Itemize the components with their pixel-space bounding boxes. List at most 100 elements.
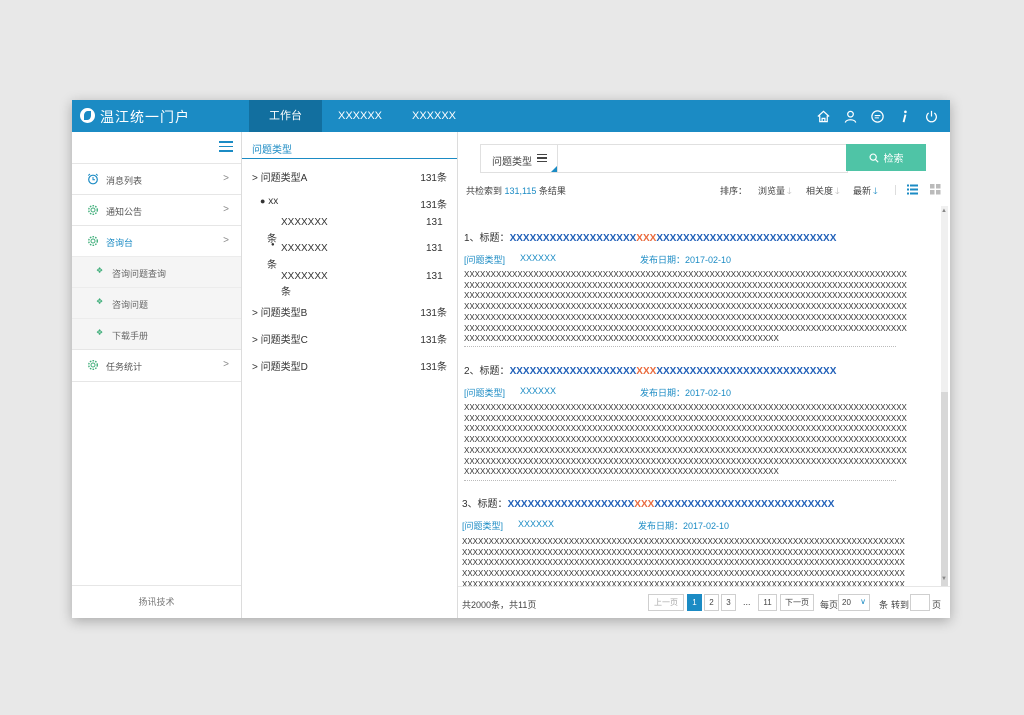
result-title-text: XXXXXXXXXXXXXXXXXXX <box>509 233 637 244</box>
category-label: > 问题类型A <box>252 173 308 184</box>
subcategory-count: 131 <box>426 243 443 254</box>
result-prefix: 2、标题： <box>464 366 510 377</box>
sidebar-subitem-query[interactable]: ❖ 咨询问题查询 <box>72 256 241 288</box>
category-label: > 问题类型C <box>252 335 308 346</box>
category-count: 131条 <box>420 173 447 184</box>
result-count-value: 131,115 <box>504 186 537 196</box>
sidebar-subitem-manual[interactable]: ❖ 下载手册 <box>72 318 241 350</box>
result-prefix: 3、标题： <box>462 499 508 510</box>
pagination-summary: 共2000条，共11页 <box>462 600 537 610</box>
per-page-label: 每页 <box>820 600 839 610</box>
per-page-unit: 条 <box>879 600 889 610</box>
subcategory-unit: 条 <box>267 260 277 271</box>
prev-page-button[interactable]: 上一页 <box>648 594 684 611</box>
corner-marker-icon <box>551 166 557 172</box>
search-button[interactable]: 检索 <box>846 144 926 171</box>
top-bar: 温江统一门户 工作台 XXXXXX XXXXXX <box>72 100 950 132</box>
grid-view-icon[interactable] <box>930 184 941 195</box>
sidebar-item-notices[interactable]: 通知公告 > <box>72 194 241 226</box>
arrow-down-icon: 🡓 <box>787 186 792 196</box>
power-icon[interactable] <box>923 108 940 125</box>
next-page-button[interactable]: 下一页 <box>780 594 814 611</box>
search-box: 问题类型 <box>480 144 848 173</box>
sort-option-label: 浏览量 <box>758 186 786 196</box>
result-title-1[interactable]: 1、标题：XXXXXXXXXXXXXXXXXXXXXXXXXXXXXXXXXXX… <box>464 229 836 244</box>
tab-third[interactable]: XXXXXX <box>398 100 470 132</box>
category-panel: 问题类型 > 问题类型A 131条 ● xx 131条 XXXXXXX 131 … <box>242 132 458 618</box>
sidebar-item-label: 通知公告 <box>106 207 143 217</box>
results-scrollbar[interactable] <box>941 206 948 586</box>
page-button-3[interactable]: 3 <box>721 594 736 611</box>
gear-icon <box>87 235 99 247</box>
sidebar-item-tasks[interactable]: 任务统计 > <box>72 349 241 382</box>
sort-by-relevance[interactable]: 相关度 🡓 <box>806 184 840 200</box>
result-count-summary: 共检索到 131,115 条结果 <box>466 184 566 197</box>
sidebar-subitem-questions[interactable]: ❖ 咨询问题 <box>72 287 241 319</box>
list-icon <box>537 154 547 164</box>
category-item-xx[interactable]: ● xx 131条 <box>260 196 447 211</box>
category-count: 131条 <box>420 362 447 373</box>
result-title-3[interactable]: 3、标题：XXXXXXXXXXXXXXXXXXXXXXXXXXXXXXXXXXX… <box>462 495 834 510</box>
pagination: 共2000条，共11页 上一页 1 2 3 ... 11 下一页 每页 20 ∨ … <box>458 586 950 618</box>
tab-workbench[interactable]: 工作台 <box>249 100 322 132</box>
search-category-select[interactable]: 问题类型 <box>481 145 558 172</box>
gear-icon <box>87 204 99 216</box>
message-icon[interactable] <box>869 108 886 125</box>
page-button-last[interactable]: 11 <box>758 594 777 611</box>
sidebar-item-consult[interactable]: 咨询台 > <box>72 225 241 257</box>
category-group-b[interactable]: > 问题类型B 131条 <box>252 304 447 319</box>
app-title: 温江统一门户 <box>100 109 190 125</box>
divider <box>895 185 896 195</box>
sidebar-item-label: 消息列表 <box>106 176 143 186</box>
result-title-text: XXXXXXXXXXXXXXXXXXXXXXXXXXX <box>656 233 837 244</box>
category-group-a[interactable]: > 问题类型A 131条 <box>252 169 447 184</box>
sidebar-item-label: 咨询台 <box>106 238 134 248</box>
info-icon[interactable] <box>896 108 913 125</box>
category-group-c[interactable]: > 问题类型C 131条 <box>252 331 447 346</box>
category-group-d[interactable]: > 问题类型D 131条 <box>252 358 447 373</box>
list-view-icon[interactable] <box>907 184 918 195</box>
result-type-3[interactable]: [问题类型] <box>462 519 503 532</box>
result-prefix: 1、标题： <box>464 233 510 244</box>
result-type-1[interactable]: [问题类型] <box>464 253 505 266</box>
category-count: 131条 <box>420 200 447 211</box>
subcategory-label: XXXXXXX <box>281 271 328 282</box>
scroll-down-icon[interactable]: ▼ <box>941 576 947 582</box>
goto-page-input[interactable] <box>910 594 930 611</box>
sort-by-views[interactable]: 浏览量 🡓 <box>758 184 792 200</box>
scroll-up-icon[interactable]: ▲ <box>941 208 947 214</box>
page-button-2[interactable]: 2 <box>704 594 719 611</box>
result-type-2[interactable]: [问题类型] <box>464 386 505 399</box>
home-icon[interactable] <box>815 108 832 125</box>
chevron-right-icon: > <box>223 204 229 215</box>
page-button-1[interactable]: 1 <box>687 594 702 611</box>
sidebar-item-messages[interactable]: 消息列表 > <box>72 163 241 195</box>
category-label: > 问题类型D <box>252 362 308 373</box>
category-count: 131条 <box>420 335 447 346</box>
sidebar-subitem-label: 下载手册 <box>112 331 149 341</box>
sidebar-footer: 扬讯技术 <box>72 585 241 618</box>
sidebar-subitem-label: 咨询问题 <box>112 300 149 310</box>
sort-option-label: 最新 <box>853 186 872 196</box>
user-icon[interactable] <box>842 108 859 125</box>
search-category-label: 问题类型 <box>492 157 532 168</box>
bullet-icon: ❖ <box>96 328 104 337</box>
category-header-label: 问题类型 <box>252 145 292 156</box>
tab-second[interactable]: XXXXXX <box>324 100 396 132</box>
chevron-right-icon: > <box>223 235 229 246</box>
sidebar: 消息列表 > 通知公告 > 咨询台 > ❖ 咨询问题查询 ❖ 咨询问题 ❖ 下载… <box>72 132 242 618</box>
result-body-3: XXXXXXXXXXXXXXXXXXXXXXXXXXXXXXXXXXXXXXXX… <box>462 537 905 586</box>
search-input[interactable] <box>561 147 845 170</box>
subcategory-label: XXXXXXX <box>281 243 328 254</box>
sort-by-latest[interactable]: 最新 🡓 <box>853 184 878 200</box>
bullet-icon: ❖ <box>96 266 104 275</box>
result-title-2[interactable]: 2、标题：XXXXXXXXXXXXXXXXXXXXXXXXXXXXXXXXXXX… <box>464 362 836 377</box>
result-title-text: XXXXXXXXXXXXXXXXXXX <box>507 499 635 510</box>
scrollbar-thumb[interactable] <box>941 392 948 586</box>
chevron-down-icon: ∨ <box>860 597 866 606</box>
per-page-select[interactable]: 20 ∨ <box>838 594 870 611</box>
subcategory-label: XXXXXXX <box>281 217 328 228</box>
category-count: 131条 <box>420 308 447 319</box>
bullet-icon: ❖ <box>96 297 104 306</box>
menu-toggle-icon[interactable] <box>219 141 233 153</box>
